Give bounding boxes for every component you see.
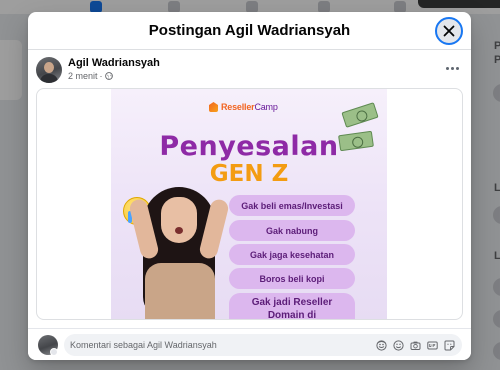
more-options-dot bbox=[455, 66, 459, 70]
close-icon bbox=[443, 25, 455, 37]
more-options-button[interactable] bbox=[441, 61, 463, 75]
reseller-camp-logo-icon bbox=[209, 102, 218, 112]
background-side-text: L bbox=[494, 250, 500, 262]
post-image-frame: ResellerCamp Penyesalan GEN Z Gak beli e… bbox=[36, 88, 463, 320]
background-avatar bbox=[493, 310, 500, 328]
background-side-text: P bbox=[494, 54, 500, 66]
background-side-text: P bbox=[494, 40, 500, 52]
woman-mouth bbox=[175, 227, 183, 234]
composer-icons bbox=[375, 339, 455, 351]
brand-primary: Reseller bbox=[221, 102, 255, 112]
regret-item-last-line2: Domain di bbox=[267, 310, 317, 320]
background-left-card bbox=[0, 40, 22, 100]
post-modal: Postingan Agil Wadriansyah Agil Wadrians… bbox=[28, 12, 471, 360]
brand-logo: ResellerCamp bbox=[209, 102, 278, 112]
close-button[interactable] bbox=[435, 17, 463, 45]
regret-item: Gak nabung bbox=[229, 220, 355, 241]
background-avatar bbox=[493, 84, 500, 102]
regret-item: Gak beli emas/Investasi bbox=[229, 195, 355, 216]
gif-icon[interactable] bbox=[426, 339, 438, 351]
chevron-down-icon[interactable] bbox=[50, 348, 58, 356]
avatar-body bbox=[40, 74, 58, 83]
more-options-icon bbox=[445, 66, 449, 70]
avatar[interactable] bbox=[36, 57, 62, 83]
regret-item-last-line1: Gak jadi Reseller bbox=[251, 297, 333, 308]
woman-illustration bbox=[128, 181, 230, 319]
background-dark-block bbox=[418, 0, 500, 8]
post-meta: 2 menit · bbox=[68, 71, 113, 81]
brand-secondary: Camp bbox=[254, 102, 278, 112]
avatar-sticker-icon[interactable] bbox=[375, 339, 387, 351]
headline-line1: Penyesalan bbox=[159, 131, 339, 162]
globe-icon bbox=[104, 72, 113, 80]
background-avatar bbox=[493, 206, 500, 224]
modal-header: Postingan Agil Wadriansyah bbox=[28, 12, 471, 50]
modal-title: Postingan Agil Wadriansyah bbox=[148, 22, 351, 39]
meta-separator: · bbox=[99, 71, 103, 81]
more-options-dot bbox=[450, 66, 454, 70]
brand-name: ResellerCamp bbox=[221, 102, 278, 112]
comment-composer bbox=[28, 328, 471, 360]
woman-face bbox=[161, 197, 197, 243]
background-side-text: L bbox=[494, 182, 500, 194]
background-avatar bbox=[493, 342, 500, 360]
sticker-icon[interactable] bbox=[443, 339, 455, 351]
author-name[interactable]: Agil Wadriansyah bbox=[68, 57, 160, 69]
background-avatar bbox=[493, 278, 500, 296]
post-image[interactable]: ResellerCamp Penyesalan GEN Z Gak beli e… bbox=[111, 89, 387, 320]
emoji-icon[interactable] bbox=[392, 339, 404, 351]
regret-item: Boros beli kopi bbox=[229, 268, 355, 289]
money-bill-icon bbox=[341, 102, 379, 128]
woman-shirt bbox=[145, 263, 215, 319]
regret-item: Gak jaga kesehatan bbox=[229, 244, 355, 265]
regret-item-last: Gak jadi Reseller Domain di bbox=[229, 293, 355, 320]
camera-icon[interactable] bbox=[409, 339, 421, 351]
post-time[interactable]: 2 menit bbox=[68, 71, 98, 81]
avatar-head bbox=[44, 62, 54, 73]
